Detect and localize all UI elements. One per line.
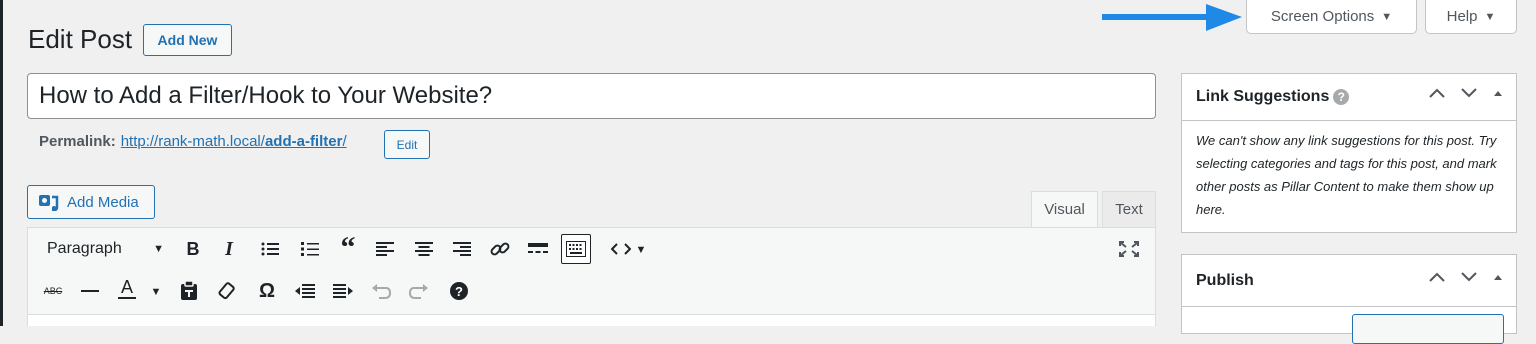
align-center-icon[interactable] (412, 237, 436, 261)
permalink-label: Permalink: (39, 133, 116, 150)
permalink-edit-button[interactable]: Edit (384, 130, 430, 159)
screen-options-label: Screen Options (1270, 8, 1375, 25)
undo-icon[interactable] (369, 279, 393, 303)
permalink-trailing: / (342, 133, 347, 150)
page-title: Edit Post (28, 24, 133, 54)
post-title-value: How to Add a Filter/Hook to Your Website… (39, 82, 493, 109)
publish-title: Publish (1196, 271, 1254, 289)
save-draft-button[interactable] (1352, 314, 1504, 344)
strikethrough-icon[interactable]: ABC (40, 279, 66, 303)
help-label: Help (1446, 8, 1478, 25)
toolbar-toggle-icon[interactable] (561, 234, 591, 264)
add-media-label: Add Media (67, 193, 139, 211)
permalink-slug: add-a-filter (264, 133, 343, 150)
align-right-icon[interactable] (450, 237, 474, 261)
link-suggestions-header[interactable]: Link Suggestions ? (1182, 74, 1516, 121)
add-media-button[interactable]: Add Media (27, 185, 155, 219)
post-title-input[interactable]: How to Add a Filter/Hook to Your Website… (27, 73, 1156, 119)
text-color-glyph: A (120, 277, 133, 297)
chevron-down-icon: ▼ (1484, 10, 1496, 23)
format-select-value: Paragraph (47, 240, 122, 257)
tab-text[interactable]: Text (1102, 191, 1156, 227)
help-button[interactable]: Help ▼ (1425, 0, 1517, 34)
permalink: Permalink: http://rank-math.local/add-a-… (39, 133, 347, 150)
read-more-icon[interactable] (526, 237, 550, 261)
left-edge (0, 0, 3, 326)
blockquote-icon[interactable]: “ (336, 231, 360, 264)
add-new-button[interactable]: Add New (143, 24, 232, 56)
keyboard-shortcuts-icon[interactable]: ? (447, 279, 471, 303)
permalink-base: http://rank-math.local/ (120, 133, 265, 150)
redo-icon[interactable] (407, 279, 431, 303)
editor-content[interactable] (27, 314, 1156, 326)
paste-text-icon[interactable] (177, 279, 201, 303)
box-controls (1428, 271, 1504, 283)
pointer-arrow-icon (1102, 4, 1242, 31)
permalink-link[interactable]: http://rank-math.local/add-a-filter/ (121, 133, 347, 150)
italic-icon[interactable]: I (217, 237, 241, 261)
numbered-list-icon[interactable] (298, 237, 322, 261)
tab-visual[interactable]: Visual (1031, 191, 1098, 227)
screen-options-button[interactable]: Screen Options ▼ (1246, 0, 1417, 34)
link-icon[interactable] (488, 237, 512, 261)
bold-icon[interactable]: B (181, 237, 205, 261)
special-character-icon[interactable]: Ω (255, 279, 279, 303)
format-select[interactable]: Paragraph ▼ (37, 235, 170, 263)
collapse-toggle-icon[interactable] (1492, 272, 1504, 282)
fullscreen-icon[interactable] (1117, 237, 1141, 261)
clear-formatting-icon[interactable] (215, 279, 239, 303)
horizontal-line-icon[interactable] (78, 279, 102, 303)
chevron-down-icon[interactable]: ▼ (144, 280, 168, 304)
help-icon[interactable]: ? (1333, 89, 1350, 105)
text-color-icon[interactable]: A (115, 277, 139, 301)
publish-header[interactable]: Publish (1182, 255, 1516, 307)
box-controls (1428, 87, 1504, 99)
collapse-toggle-icon[interactable] (1492, 88, 1504, 98)
link-suggestions-body: We can't show any link suggestions for t… (1196, 133, 1497, 217)
align-left-icon[interactable] (373, 237, 397, 261)
link-suggestions-title: Link Suggestions (1196, 88, 1330, 105)
move-down-icon[interactable] (1460, 87, 1478, 99)
chevron-down-icon[interactable]: ▼ (629, 238, 653, 262)
move-down-icon[interactable] (1460, 271, 1478, 283)
help-glyph: ? (450, 282, 468, 300)
chevron-down-icon: ▼ (153, 243, 164, 255)
outdent-icon[interactable] (293, 279, 317, 303)
move-up-icon[interactable] (1428, 87, 1446, 99)
move-up-icon[interactable] (1428, 271, 1446, 283)
indent-icon[interactable] (331, 279, 355, 303)
link-suggestions-box: Link Suggestions ? We can't show any lin… (1181, 73, 1517, 233)
media-icon (39, 195, 59, 211)
publish-box: Publish (1181, 254, 1517, 344)
bullet-list-icon[interactable] (258, 237, 282, 261)
chevron-down-icon: ▼ (1381, 10, 1393, 23)
